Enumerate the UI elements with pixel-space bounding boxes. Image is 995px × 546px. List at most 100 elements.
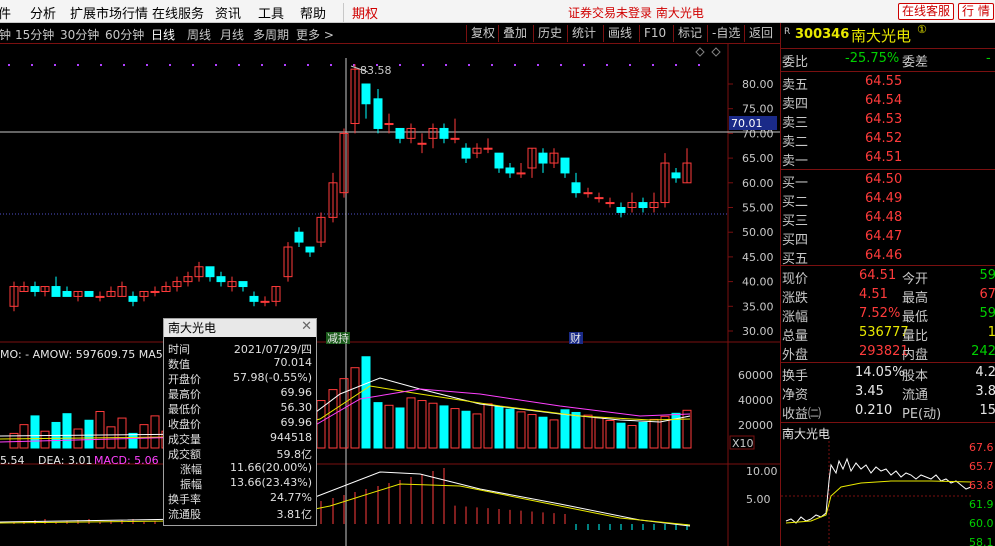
period-min[interactable]: 钟 xyxy=(0,26,11,43)
close-icon[interactable]: ✕ xyxy=(301,319,312,334)
adjust-button[interactable]: 复权 xyxy=(466,25,495,42)
price-tick: 35.00 xyxy=(742,300,774,313)
popup-row-value: 69.96 xyxy=(280,386,313,399)
menu-item-news[interactable]: 资讯 xyxy=(215,3,241,22)
intraday-price-line xyxy=(785,457,972,524)
order-level-label: 买四 xyxy=(782,233,809,248)
f10-button[interactable]: F10 xyxy=(639,25,666,42)
quote-stat-cell: 净资 xyxy=(782,388,809,403)
back-button[interactable]: 返回 xyxy=(744,25,773,42)
volume-bar xyxy=(139,424,149,449)
popup-row: 流通股 3.81亿 xyxy=(164,506,316,521)
weicha-label: 委差 xyxy=(902,55,929,70)
volume-bar xyxy=(361,356,371,449)
price-tick: 45.00 xyxy=(742,251,774,264)
popup-row-label: 流通股 xyxy=(168,508,201,521)
quote-stat-cell: 最高 xyxy=(902,291,929,306)
menu-item-help[interactable]: 帮助 xyxy=(300,3,326,22)
volume-bar xyxy=(527,414,537,449)
order-book-row[interactable]: 卖四 64.54 xyxy=(781,92,995,112)
stock-header: R 300346 南大光电 ① xyxy=(781,23,995,45)
popup-row-label: 最高价 xyxy=(168,388,201,401)
popup-row-value: 3.81亿 xyxy=(276,508,313,521)
quote-button[interactable]: 行 情 xyxy=(958,3,994,20)
period-15min[interactable]: 15分钟 xyxy=(15,26,54,43)
weibi-value: -25.75% xyxy=(845,51,900,66)
popup-row: 振幅 13.66(23.43%) xyxy=(164,476,316,491)
candle-body xyxy=(260,300,270,303)
volume-bar xyxy=(461,410,471,449)
candle-body xyxy=(150,290,160,293)
stock-name: 南大光电 xyxy=(851,27,912,45)
order-book-row[interactable]: 卖一 64.51 xyxy=(781,149,995,169)
weicha-value: - xyxy=(986,51,991,66)
price-tick: 60.00 xyxy=(742,177,774,190)
order-price: 64.53 xyxy=(865,112,903,127)
order-book-row[interactable]: 买三 64.48 xyxy=(781,209,995,229)
mark-button[interactable]: 标记 xyxy=(673,25,702,42)
quote-stat-row: 换手 14.05% 股本 4.2 xyxy=(781,364,995,384)
quote-stat-cell: 今开 xyxy=(902,272,929,287)
candle-body xyxy=(417,142,427,145)
order-price: 64.47 xyxy=(865,229,903,244)
kline-chart-area[interactable]: 80.0075.0070.0065.0060.0055.0050.0045.00… xyxy=(0,44,780,546)
order-book-row[interactable]: 买一 64.50 xyxy=(781,171,995,191)
popup-row-label: 收盘价 xyxy=(168,418,201,431)
period-multi[interactable]: 多周期 xyxy=(253,26,289,43)
watchlist-button[interactable]: -自选 xyxy=(707,25,740,42)
period-monthly[interactable]: 月线 xyxy=(220,26,244,43)
intraday-mini-chart[interactable]: 67.6 65.7 63.8 61.9 60.0 58.1 xyxy=(781,441,995,546)
candle-body xyxy=(638,202,648,208)
period-daily[interactable]: 日线 xyxy=(151,26,175,43)
history-button[interactable]: 历史 xyxy=(533,25,562,42)
candle-body xyxy=(538,152,548,164)
macd-tick: 5.00 xyxy=(746,493,771,506)
event-label-finance[interactable]: 财 xyxy=(570,331,581,345)
candle-body xyxy=(238,281,248,288)
online-service-button[interactable]: 在线客服 xyxy=(898,3,955,20)
menu-item-analysis[interactable]: 分析 xyxy=(30,3,56,22)
stats-button[interactable]: 统计 xyxy=(567,25,596,42)
quote-stat-cell: 流通 xyxy=(902,388,929,403)
candle-body xyxy=(361,83,371,105)
candle-body xyxy=(51,286,61,297)
order-price: 64.49 xyxy=(865,191,903,206)
draw-button[interactable]: 画线 xyxy=(603,25,632,42)
menu-item-online-service[interactable]: 在线服务 xyxy=(152,3,204,22)
menu-item-options[interactable]: 期权 xyxy=(343,3,378,22)
order-book-row[interactable]: 买四 64.47 xyxy=(781,228,995,248)
order-book-row[interactable]: 买五 64.46 xyxy=(781,247,995,267)
menu-item-file[interactable]: 件 xyxy=(0,3,11,22)
overlay-button[interactable]: 叠加 xyxy=(498,25,527,42)
order-book-row[interactable]: 卖二 64.52 xyxy=(781,130,995,150)
period-more[interactable]: 更多 > xyxy=(296,26,334,43)
order-book-row[interactable]: 买二 64.49 xyxy=(781,190,995,210)
diamond-marker-icon xyxy=(711,47,721,57)
volume-bar xyxy=(494,406,504,449)
order-price: 64.51 xyxy=(865,150,903,165)
quote-stat-cell: 内盘 xyxy=(902,348,929,363)
popup-row-label: 涨幅 xyxy=(180,463,202,476)
order-price: 64.50 xyxy=(865,172,903,187)
order-book-row[interactable]: 卖三 64.53 xyxy=(781,111,995,131)
macd-lines xyxy=(0,468,691,530)
popup-row-label: 振幅 xyxy=(180,478,202,491)
info-circle-icon[interactable]: ① xyxy=(917,23,927,36)
candle-body xyxy=(384,123,394,126)
volume-bar xyxy=(428,402,438,449)
period-30min[interactable]: 30分钟 xyxy=(60,26,99,43)
menu-item-ext-market[interactable]: 扩展市场行情 xyxy=(70,3,148,22)
volume-bar xyxy=(583,414,593,449)
popup-row-value: 24.77% xyxy=(270,491,312,504)
quote-stat-cell: 4.2 xyxy=(975,365,995,380)
period-weekly[interactable]: 周线 xyxy=(187,26,211,43)
event-label-reduce[interactable]: 减持 xyxy=(327,331,349,345)
quote-stat-cell: 量比 xyxy=(902,329,929,344)
period-60min[interactable]: 60分钟 xyxy=(105,26,144,43)
order-price: 64.55 xyxy=(865,74,903,89)
menu-item-tools[interactable]: 工具 xyxy=(258,3,284,22)
popup-row: 换手率 24.77% xyxy=(164,491,316,506)
order-book-row[interactable]: 卖五 64.55 xyxy=(781,73,995,93)
volume-tick: 40000 xyxy=(738,394,773,407)
quote-stat-row: 收益㈡ 0.210 PE(动) 15 xyxy=(781,402,995,422)
